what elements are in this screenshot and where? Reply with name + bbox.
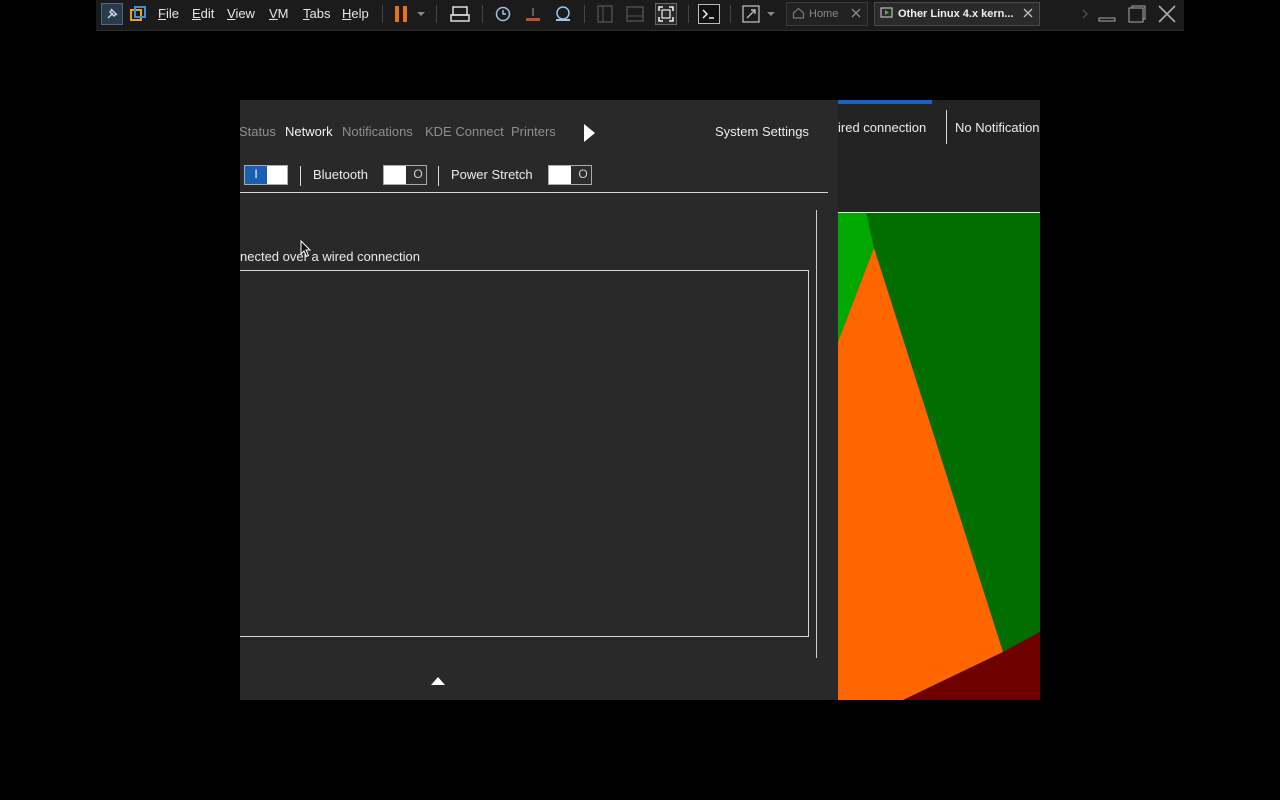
tray-separator bbox=[946, 110, 947, 144]
panel-tray-strip: ired connection No Notification bbox=[838, 100, 1040, 212]
minimize-icon[interactable] bbox=[1096, 0, 1118, 28]
home-icon bbox=[792, 7, 805, 22]
power-stretch-toggle-switch[interactable]: O bbox=[548, 165, 592, 185]
console-icon[interactable] bbox=[696, 0, 722, 28]
menu-vm[interactable]: VM bbox=[269, 0, 289, 28]
close-icon[interactable] bbox=[1023, 8, 1033, 21]
expand-up-arrow-icon[interactable] bbox=[431, 677, 445, 685]
snapshot-manager-icon[interactable] bbox=[552, 0, 574, 28]
tab-kde-connect[interactable]: KDE Connect bbox=[425, 124, 504, 139]
bluetooth-label: Bluetooth bbox=[313, 167, 368, 182]
toolbar-separator bbox=[436, 5, 437, 23]
toolbar-separator bbox=[730, 5, 731, 23]
notifications-label[interactable]: No Notification bbox=[955, 120, 1040, 135]
tab-printers[interactable]: Printers bbox=[511, 124, 556, 139]
switch-knob bbox=[384, 166, 406, 184]
snapshot-icon[interactable] bbox=[492, 0, 514, 28]
toolbar-separator bbox=[382, 5, 383, 23]
tab-network[interactable]: Network bbox=[285, 124, 333, 139]
switch-state: I bbox=[254, 167, 258, 181]
tab-status[interactable]: Status bbox=[240, 124, 276, 139]
dropdown-icon[interactable] bbox=[414, 0, 428, 28]
toolbar-separator bbox=[482, 5, 483, 23]
fullscreen-icon[interactable] bbox=[653, 0, 679, 28]
network-status-text: nected over a wired connection bbox=[240, 249, 420, 264]
toggle-separator bbox=[300, 166, 301, 186]
switch-state: O bbox=[578, 167, 588, 181]
toggle-separator bbox=[438, 166, 439, 186]
wired-connection-label[interactable]: ired connection bbox=[838, 120, 926, 135]
switch-knob bbox=[549, 166, 571, 184]
close-icon[interactable] bbox=[1156, 0, 1178, 28]
bluetooth-toggle-switch[interactable]: O bbox=[383, 165, 427, 185]
toggles-divider bbox=[240, 192, 828, 193]
desktop-wallpaper bbox=[838, 212, 1040, 700]
send-keys-icon[interactable] bbox=[448, 0, 472, 28]
more-tabs-arrow-icon[interactable] bbox=[584, 124, 595, 142]
tab-label: Other Linux 4.x kern... bbox=[898, 8, 1014, 20]
pin-icon[interactable] bbox=[100, 0, 124, 28]
restore-icon[interactable] bbox=[1126, 0, 1148, 28]
toolbar-separator bbox=[688, 5, 689, 23]
stretch-icon[interactable] bbox=[740, 0, 762, 28]
vm-icon bbox=[880, 6, 894, 22]
tab-home[interactable]: Home bbox=[786, 2, 868, 26]
toolbar-separator bbox=[584, 5, 585, 23]
dropdown-icon[interactable] bbox=[764, 0, 778, 28]
close-icon[interactable] bbox=[851, 8, 861, 21]
vmware-toolbar: File Edit View VM Tabs Help Home Other L… bbox=[96, 0, 1184, 31]
thumbnail-icon[interactable] bbox=[624, 0, 646, 28]
kde-panel-popup: Status Network Notifications KDE Connect… bbox=[240, 100, 838, 700]
tab-vm-other-linux[interactable]: Other Linux 4.x kern... bbox=[874, 2, 1040, 26]
connection-list[interactable] bbox=[240, 270, 809, 637]
pause-icon[interactable] bbox=[390, 0, 412, 28]
sidebar-icon[interactable] bbox=[594, 0, 616, 28]
switch-state: O bbox=[413, 167, 423, 181]
scrollbar-track[interactable] bbox=[816, 210, 817, 658]
vm-console-display[interactable]: Status Network Notifications KDE Connect… bbox=[240, 100, 1040, 700]
menu-tabs[interactable]: Tabs bbox=[303, 0, 330, 28]
revert-icon[interactable] bbox=[522, 0, 544, 28]
tab-label: Home bbox=[809, 8, 839, 20]
power-stretch-label: Power Stretch bbox=[451, 167, 533, 182]
library-icon[interactable] bbox=[127, 0, 149, 28]
active-indicator bbox=[838, 100, 932, 104]
quick-toggles-row: I Bluetooth O Power Stretch O bbox=[240, 164, 828, 190]
menu-file[interactable]: File bbox=[158, 0, 179, 28]
menu-edit[interactable]: Edit bbox=[192, 0, 214, 28]
menu-view[interactable]: View bbox=[227, 0, 255, 28]
network-toggle-switch[interactable]: I bbox=[244, 165, 288, 185]
tab-scroll-right-icon[interactable] bbox=[1078, 0, 1092, 28]
tab-notifications[interactable]: Notifications bbox=[342, 124, 413, 139]
system-settings-button[interactable]: System Settings bbox=[715, 124, 809, 139]
menu-help[interactable]: Help bbox=[342, 0, 369, 28]
mouse-cursor-icon bbox=[300, 239, 312, 263]
